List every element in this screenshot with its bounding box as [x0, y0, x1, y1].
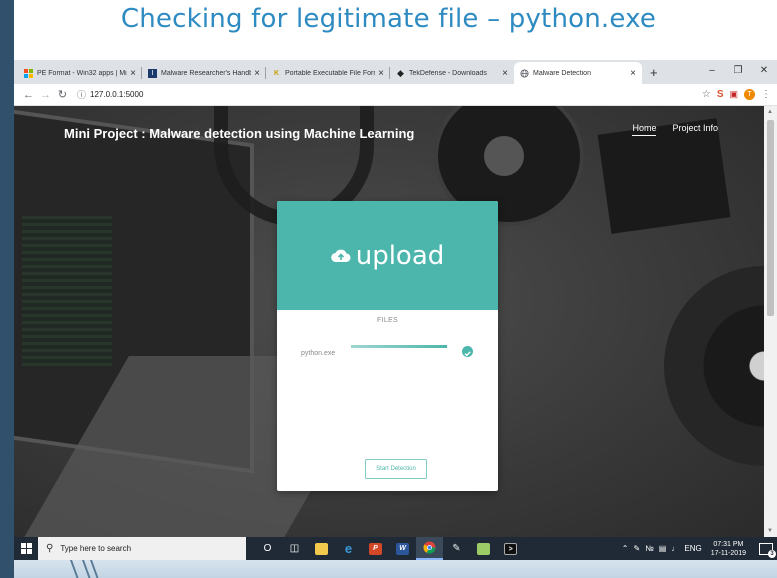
system-tray: ⌃ ✎ № ▤ ♩ ENG 07:31 PM 17-11-2019 3: [622, 540, 777, 558]
slide-bottom-band: [14, 560, 777, 578]
scroll-up-icon[interactable]: ▲: [767, 109, 773, 115]
notification-count: 3: [768, 549, 776, 558]
taskbar-apps: O ◫ e P W ✎ >: [254, 537, 524, 560]
url-field[interactable]: ⓘ 127.0.0.1:5000: [77, 88, 702, 101]
close-window-button[interactable]: ✕: [751, 60, 777, 82]
files-label: FILES: [377, 317, 398, 324]
upload-card: upload FILES python.exe Start Detection: [277, 201, 498, 491]
cortana-icon[interactable]: O: [254, 537, 281, 560]
nav-home-link[interactable]: Home: [632, 123, 657, 136]
minimize-button[interactable]: –: [699, 60, 725, 82]
network-icon[interactable]: ▤: [659, 544, 667, 553]
check-circle-icon: [462, 346, 473, 357]
windows-start-icon: [20, 543, 32, 554]
tab-close-icon[interactable]: ×: [502, 68, 508, 79]
file-explorer-icon[interactable]: [308, 537, 335, 560]
windows-taskbar: ⚲ Type here to search O ◫ e P W ✎ > ⌃ ✎ …: [14, 537, 777, 560]
language-indicator[interactable]: ENG: [684, 544, 701, 553]
tab-malware-handbook[interactable]: I Malware Researcher's Handbo ×: [142, 62, 266, 84]
search-icon: ⚲: [46, 543, 54, 554]
clock-date: 17-11-2019: [710, 549, 746, 557]
chevron-up-icon[interactable]: ⌃: [622, 544, 629, 553]
tab-close-icon[interactable]: ×: [254, 68, 260, 79]
tab-strip: PE Format - Win32 apps | Micr × I Malwar…: [14, 60, 777, 84]
tab-pe-format[interactable]: PE Format - Win32 apps | Micr ×: [18, 62, 142, 84]
tab-malware-detection[interactable]: Malware Detection ×: [514, 62, 642, 84]
powerpoint-icon[interactable]: P: [362, 537, 389, 560]
tab-label: Portable Executable File Forma: [285, 69, 376, 77]
nav-project-info-link[interactable]: Project Info: [672, 123, 718, 136]
book-icon: I: [148, 68, 157, 78]
upload-header[interactable]: upload: [277, 201, 498, 310]
back-arrow-icon[interactable]: ←: [20, 89, 37, 101]
web-page: Mini Project : Malware detection using M…: [14, 106, 764, 537]
site-nav: Home Project Info: [632, 123, 718, 136]
tab-label: Malware Researcher's Handbo: [161, 69, 252, 77]
taskbar-search[interactable]: ⚲ Type here to search: [38, 537, 246, 560]
laptop-screen-image: [22, 216, 112, 366]
decorative-line: [89, 560, 101, 578]
notifications-icon[interactable]: 3: [759, 542, 776, 558]
tekdefense-icon: ◆: [397, 67, 404, 78]
chrome-icon[interactable]: [416, 537, 443, 560]
taskbar-clock[interactable]: 07:31 PM 17-11-2019: [711, 540, 746, 558]
forward-arrow-icon[interactable]: →: [37, 89, 54, 101]
url-text: 127.0.0.1:5000: [90, 90, 144, 99]
tab-portable-executable[interactable]: K Portable Executable File Forma ×: [266, 62, 390, 84]
upload-progress-bar: [351, 345, 447, 348]
maximize-button[interactable]: ❐: [725, 60, 751, 82]
browser-window: PE Format - Win32 apps | Micr × I Malwar…: [14, 60, 777, 537]
windows-logo-icon: [24, 68, 33, 78]
decorative-line: [69, 560, 81, 578]
notepad-icon[interactable]: [470, 537, 497, 560]
upload-heading: upload: [355, 240, 445, 271]
tab-label: TekDefense - Downloads: [409, 69, 487, 77]
file-item: python.exe: [301, 345, 473, 362]
task-view-icon[interactable]: ◫: [281, 537, 308, 560]
edge-icon[interactable]: e: [335, 537, 362, 560]
menu-dots-icon[interactable]: ⋮: [761, 89, 771, 100]
volume-icon[interactable]: ♩: [671, 544, 679, 553]
tab-label: PE Format - Win32 apps | Micr: [37, 69, 128, 77]
extension-shield-icon[interactable]: ▣: [729, 89, 738, 100]
start-button[interactable]: [14, 543, 38, 554]
upload-progress-fill: [351, 345, 447, 348]
word-icon[interactable]: W: [389, 537, 416, 560]
terminal-icon[interactable]: >: [497, 537, 524, 560]
address-bar: ← → ↻ ⓘ 127.0.0.1:5000 ☆ S ▣ T ⋮: [14, 84, 777, 106]
extension-s-icon[interactable]: S: [717, 89, 724, 100]
new-tab-button[interactable]: +: [650, 65, 658, 80]
globe-icon: [520, 68, 529, 78]
pen-icon[interactable]: ✎: [634, 544, 641, 553]
search-placeholder: Type here to search: [60, 544, 132, 553]
window-controls: – ❐ ✕: [699, 60, 777, 82]
slide-title: Checking for legitimate file – python.ex…: [120, 4, 657, 34]
paint-icon[interactable]: ✎: [443, 537, 470, 560]
reload-icon[interactable]: ↻: [54, 88, 71, 101]
cloud-upload-icon: [330, 249, 351, 262]
tab-close-icon[interactable]: ×: [130, 68, 136, 79]
info-icon[interactable]: ⓘ: [77, 88, 86, 101]
turntable-center-image: [484, 136, 524, 176]
bookmark-star-icon[interactable]: ☆: [702, 89, 711, 100]
extensions-area: ☆ S ▣ T ⋮: [702, 89, 771, 100]
slide-left-border: [0, 0, 14, 578]
tab-tekdefense[interactable]: ◆ TekDefense - Downloads ×: [390, 62, 514, 84]
tab-label: Malware Detection: [533, 69, 591, 77]
file-name: python.exe: [301, 350, 336, 357]
bluetooth-icon[interactable]: №: [645, 544, 654, 553]
site-title: Mini Project : Malware detection using M…: [64, 126, 415, 141]
scrollbar-thumb[interactable]: [767, 120, 774, 316]
start-detection-button[interactable]: Start Detection: [365, 459, 427, 479]
clock-time: 07:31 PM: [713, 540, 744, 548]
kk-icon: K: [273, 69, 280, 77]
vinyl-record-image: [664, 266, 764, 466]
scroll-down-icon[interactable]: ▼: [767, 528, 773, 534]
profile-avatar[interactable]: T: [744, 89, 755, 100]
tab-close-icon[interactable]: ×: [378, 68, 384, 79]
page-scrollbar[interactable]: ▲ ▼: [764, 106, 777, 537]
tab-close-icon[interactable]: ×: [630, 68, 636, 79]
